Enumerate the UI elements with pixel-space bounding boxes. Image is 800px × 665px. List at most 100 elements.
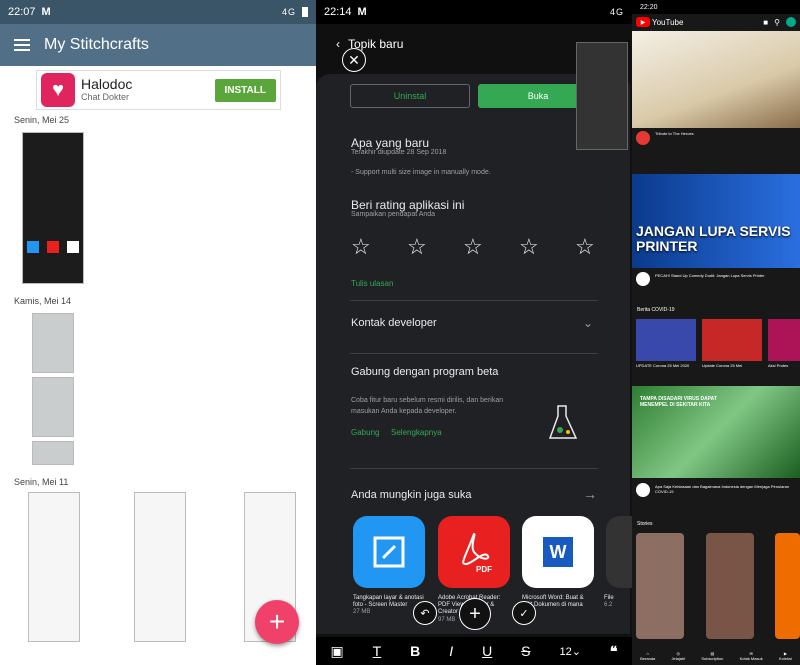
install-button[interactable]: INSTALL bbox=[214, 78, 276, 102]
video-thumbnail[interactable]: JANGAN LUPA SERVIS PRINTER bbox=[632, 174, 800, 268]
italic-icon[interactable]: I bbox=[449, 643, 453, 659]
quote-icon[interactable]: ❝ bbox=[610, 643, 618, 660]
gmail-icon: M bbox=[357, 6, 367, 18]
strikethrough-icon[interactable]: S bbox=[521, 643, 530, 659]
scan-thumbnail[interactable] bbox=[32, 313, 74, 373]
video-title[interactable]: Tribute to The Heroes bbox=[655, 131, 795, 136]
screenshot-preview[interactable] bbox=[576, 42, 628, 150]
undo-icon[interactable]: ↶ bbox=[413, 601, 437, 625]
video-title[interactable]: PECAH! Stand Up Comedy Dodit: Jangan Lup… bbox=[655, 273, 795, 278]
thumbnail-text: TAMPA DISADARI VIRUS DAPAT MENEMPEL DI S… bbox=[640, 396, 717, 408]
contact-developer[interactable]: Kontak developer bbox=[351, 317, 437, 329]
rate-subtitle: Sampaikan pendapat Anda bbox=[351, 211, 436, 218]
close-icon[interactable]: ✕ bbox=[342, 48, 366, 72]
date-label: Senin, Mei 11 bbox=[14, 477, 69, 487]
nav-home[interactable]: ⌂ Beranda bbox=[640, 651, 655, 661]
divider bbox=[350, 300, 598, 301]
acrobat-icon bbox=[47, 241, 59, 253]
story-thumbnail[interactable] bbox=[706, 533, 754, 639]
mini-video-thumbnail[interactable] bbox=[702, 319, 762, 361]
status-signal: 4G bbox=[281, 7, 296, 17]
image-icon[interactable]: ▣ bbox=[330, 643, 343, 660]
bold-icon[interactable]: B bbox=[410, 643, 420, 659]
beaker-icon bbox=[548, 402, 578, 442]
mini-video-title[interactable]: Aksi Protes bbox=[768, 363, 800, 368]
section-title: Berita COVID-19 bbox=[637, 307, 675, 313]
search-icon[interactable]: ⚲ bbox=[774, 18, 780, 27]
mini-video-thumbnail[interactable] bbox=[636, 319, 696, 361]
nav-explore[interactable]: ◎ Jelajahi bbox=[672, 651, 686, 661]
video-thumbnail[interactable]: TAMPA DISADARI VIRUS DAPAT MENEMPEL DI S… bbox=[632, 386, 800, 478]
status-time: 22:14 bbox=[324, 6, 352, 18]
text-style-icon[interactable]: T bbox=[373, 643, 382, 659]
youtube-header: ▶ YouTube ■ ⚲ bbox=[632, 14, 800, 30]
story-thumbnail[interactable] bbox=[636, 533, 684, 639]
add-fab-button[interactable]: + bbox=[255, 600, 299, 644]
screen-master-app-icon[interactable] bbox=[353, 516, 425, 588]
ad-banner[interactable]: ♥ Halodoc Chat Dokter INSTALL bbox=[36, 70, 281, 110]
status-time: 22:07 bbox=[8, 6, 36, 18]
nav-library[interactable]: ▶ Koleksi bbox=[779, 651, 792, 661]
screenshot-thumbnail[interactable] bbox=[22, 132, 84, 284]
app-bar: My Stitchcrafts bbox=[0, 24, 316, 66]
date-label: Kamis, Mei 14 bbox=[14, 296, 72, 306]
battery-icon bbox=[302, 7, 308, 17]
screenmaster-icon bbox=[27, 241, 39, 253]
font-size-selector[interactable]: 12⌄ bbox=[559, 645, 580, 658]
acrobat-app-icon[interactable]: PDF bbox=[438, 516, 510, 588]
svg-text:PDF: PDF bbox=[476, 565, 492, 574]
status-bar: 22:14 M 4G bbox=[316, 0, 632, 24]
youtube-bottom-nav: ⌂ Beranda ◎ Jelajahi ▤ Subscription ✉ Kotak … bbox=[632, 647, 800, 665]
youtube-play-icon: ▶ bbox=[636, 17, 650, 27]
scan-thumbnail[interactable] bbox=[32, 441, 74, 465]
video-title[interactable]: Apa Saja Kebiasaan dan Bagaimana Indones… bbox=[655, 484, 795, 494]
account-avatar[interactable] bbox=[786, 17, 796, 27]
mini-video-thumbnail[interactable] bbox=[768, 319, 800, 361]
uninstall-button[interactable]: Uninstal bbox=[350, 84, 470, 108]
underline-icon[interactable]: U bbox=[482, 643, 492, 659]
story-thumbnail[interactable] bbox=[775, 533, 800, 639]
back-icon[interactable]: ‹ bbox=[336, 37, 340, 51]
mini-video-title[interactable]: Update Corona 25 Mei bbox=[702, 363, 762, 368]
whats-new-title: Apa yang baru bbox=[351, 136, 430, 150]
write-review-link[interactable]: Tulis ulasan bbox=[351, 279, 393, 288]
section-title: Stories bbox=[637, 521, 653, 527]
check-icon[interactable]: ✓ bbox=[512, 601, 536, 625]
menu-icon[interactable] bbox=[14, 39, 30, 51]
word-app-icon[interactable]: W bbox=[522, 516, 594, 588]
document-thumbnail[interactable] bbox=[28, 492, 80, 642]
channel-avatar[interactable] bbox=[636, 483, 650, 497]
word-icon bbox=[67, 241, 79, 253]
halodoc-logo-icon: ♥ bbox=[41, 73, 75, 107]
status-signal: 4G bbox=[609, 7, 624, 17]
app-name: File 6.2 bbox=[604, 595, 614, 609]
beta-body: Coba fitur baru sebelum resmi dirilis, d… bbox=[351, 397, 504, 416]
document-thumbnail[interactable] bbox=[134, 492, 186, 642]
gmail-icon: M bbox=[41, 6, 51, 18]
app-title: My Stitchcrafts bbox=[44, 36, 149, 53]
star-icon[interactable]: ☆ bbox=[407, 234, 427, 260]
divider bbox=[350, 468, 598, 469]
star-icon[interactable]: ☆ bbox=[519, 234, 539, 260]
channel-avatar[interactable] bbox=[636, 131, 650, 145]
nav-inbox[interactable]: ✉ Kotak Masuk bbox=[740, 651, 763, 661]
add-icon[interactable]: + bbox=[459, 598, 491, 630]
nav-subscriptions[interactable]: ▤ Subscription bbox=[701, 651, 723, 661]
status-bar: 22:07 M 4G bbox=[0, 0, 316, 24]
video-thumbnail[interactable] bbox=[632, 31, 800, 128]
star-icon[interactable]: ☆ bbox=[351, 234, 371, 260]
star-icon[interactable]: ☆ bbox=[575, 234, 595, 260]
scan-thumbnail[interactable] bbox=[32, 377, 74, 437]
arrow-right-icon[interactable]: → bbox=[583, 486, 597, 502]
camera-icon[interactable]: ■ bbox=[763, 18, 768, 27]
ad-title: Halodoc bbox=[81, 76, 133, 93]
mini-video-title[interactable]: UPDATE Corona 25 Mei 2020 bbox=[636, 363, 696, 368]
chevron-down-icon[interactable]: ⌄ bbox=[583, 316, 593, 330]
channel-avatar[interactable] bbox=[636, 272, 650, 286]
beta-join-link[interactable]: Gabung bbox=[351, 428, 379, 437]
star-icon[interactable]: ☆ bbox=[463, 234, 483, 260]
suggestions-title: Anda mungkin juga suka bbox=[351, 489, 472, 501]
partial-app-icon[interactable] bbox=[606, 516, 632, 588]
youtube-logo: YouTube bbox=[652, 17, 684, 27]
beta-more-link[interactable]: Selengkapnya bbox=[391, 428, 442, 437]
